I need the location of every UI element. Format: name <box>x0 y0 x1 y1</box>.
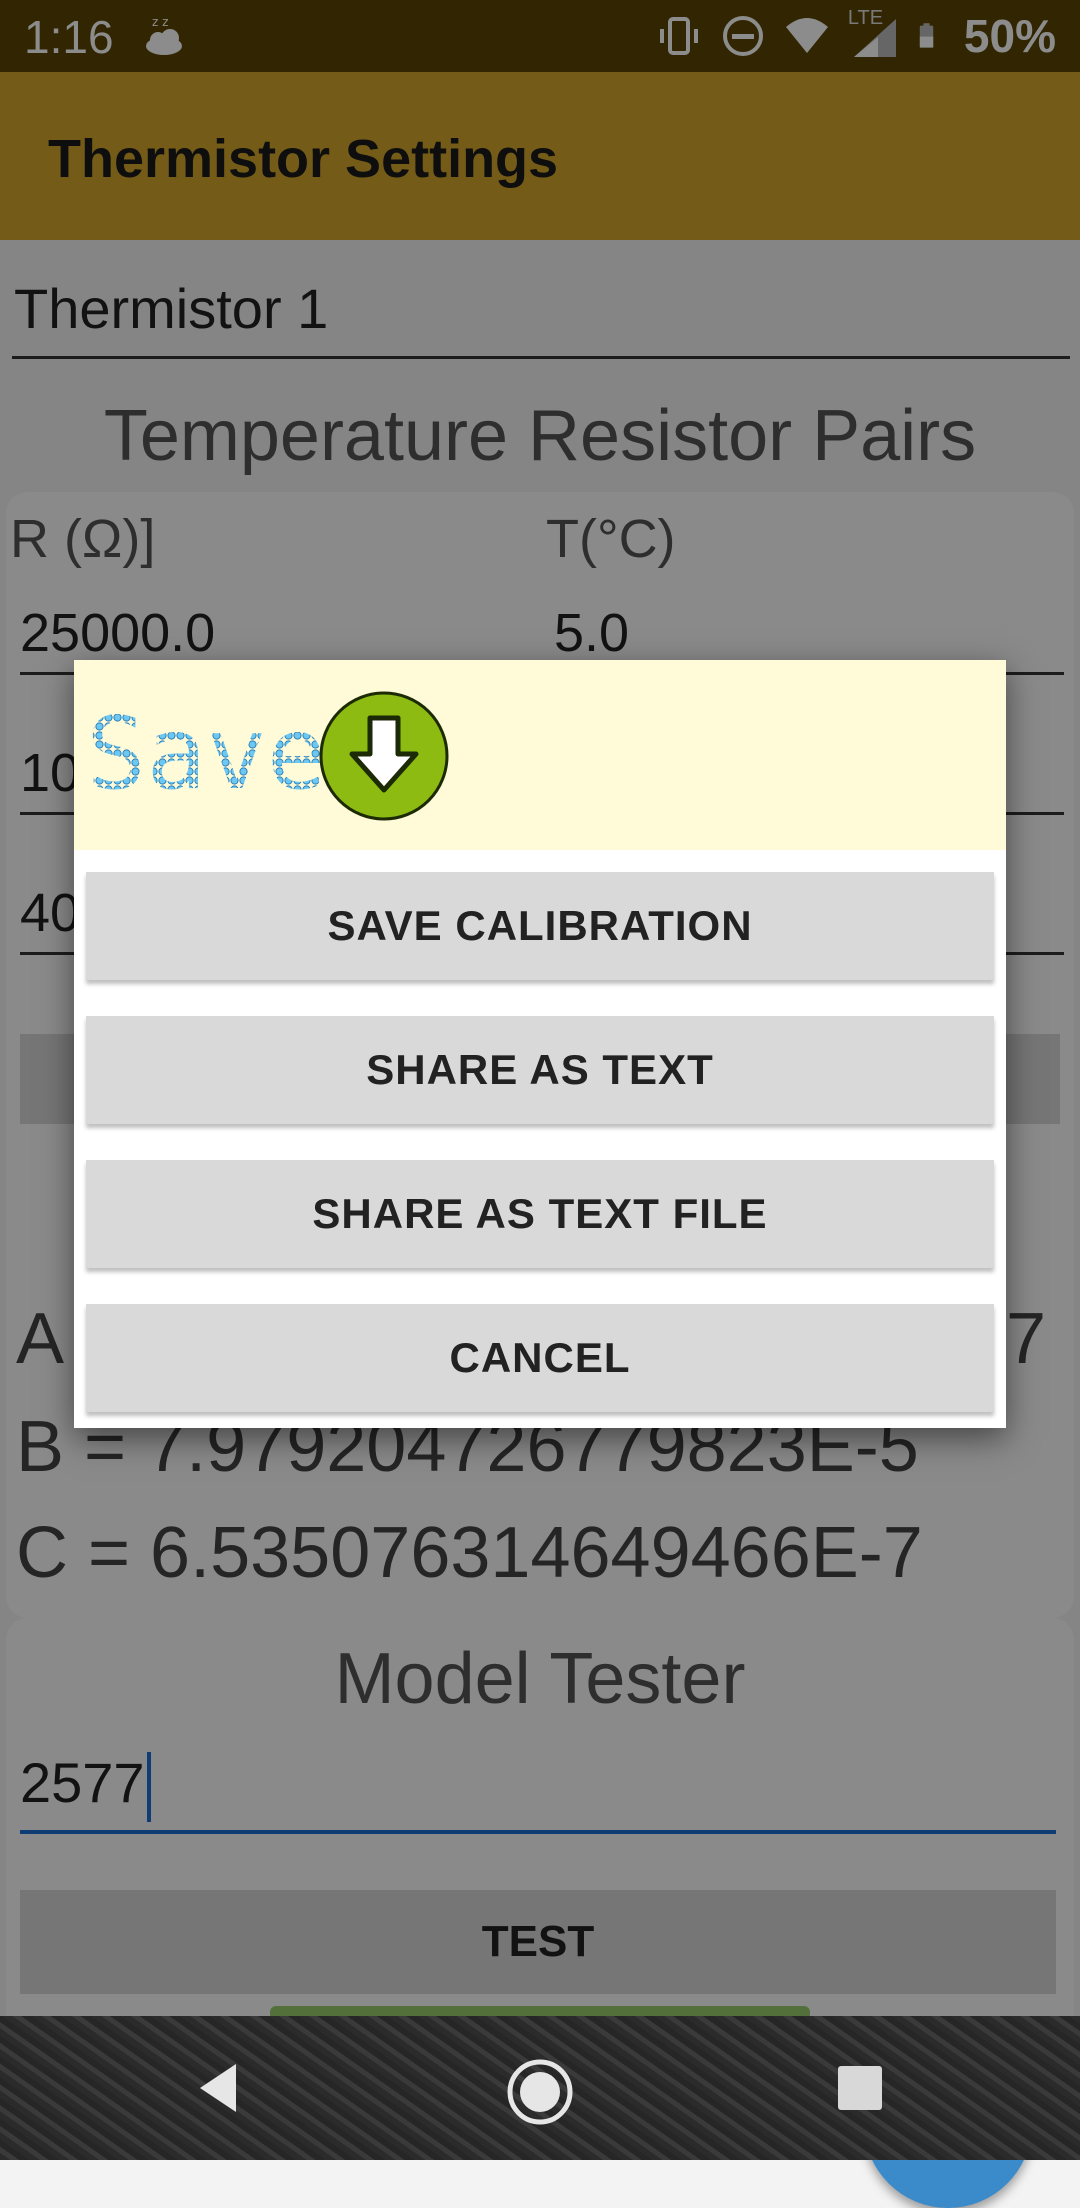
navigation-bar <box>0 2016 1080 2160</box>
save-calibration-button[interactable]: SAVE CALIBRATION <box>86 872 994 980</box>
share-as-text-file-button[interactable]: SHARE AS TEXT FILE <box>86 1160 994 1268</box>
dialog-header: Save <box>74 660 1006 850</box>
save-dialog: Save SAVE CALIBRATION SHARE AS TEXT SHAR… <box>74 660 1006 1428</box>
share-as-text-button[interactable]: SHARE AS TEXT <box>86 1016 994 1124</box>
save-title-art: Save <box>86 704 326 804</box>
cancel-button[interactable]: CANCEL <box>86 1304 994 1412</box>
download-arrow-icon <box>319 691 449 821</box>
back-icon[interactable] <box>190 2058 246 2118</box>
home-icon[interactable] <box>504 2056 576 2128</box>
recents-icon[interactable] <box>836 2064 884 2112</box>
save-title-text: Save <box>86 704 326 804</box>
